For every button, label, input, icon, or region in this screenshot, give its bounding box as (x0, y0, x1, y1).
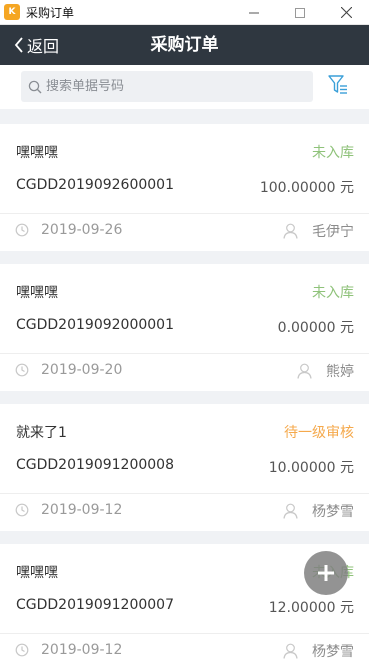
close-icon (340, 7, 352, 18)
maximize-button[interactable] (277, 0, 323, 25)
clock-icon (15, 223, 29, 237)
person-icon (283, 223, 298, 239)
minimize-button[interactable] (231, 0, 277, 25)
window-titlebar: K 采购订单 (0, 0, 369, 25)
app-logo-icon: K (4, 4, 20, 20)
clock-icon (15, 643, 29, 657)
order-card[interactable]: 就来了1 待一级审核 CGDD2019091200008 10.00000 元 … (0, 404, 369, 531)
add-order-button[interactable] (304, 551, 348, 595)
order-person-row: 毛伊宁 (283, 221, 354, 241)
order-name: 嘿嘿嘿 (16, 565, 58, 581)
order-date: 2019-09-12 (41, 502, 123, 518)
window-title: 采购订单 (26, 5, 75, 20)
order-date-row: 2019-09-20 (15, 362, 122, 378)
app-navbar: 返回 采购订单 (0, 25, 369, 65)
order-person-row: 杨梦雪 (283, 641, 354, 661)
card-divider (0, 213, 369, 214)
order-amount: 10.00000 元 (268, 460, 354, 476)
order-person: 杨梦雪 (312, 644, 354, 660)
order-code: CGDD2019091200007 (16, 597, 174, 613)
chevron-left-icon (14, 37, 23, 53)
card-divider (0, 493, 369, 494)
search-input[interactable] (46, 79, 296, 94)
person-icon (283, 643, 298, 659)
filter-icon (328, 75, 347, 94)
order-person: 熊婷 (326, 364, 354, 380)
order-person-row: 熊婷 (297, 361, 354, 381)
order-date: 2019-09-26 (41, 222, 123, 238)
filter-button[interactable] (327, 73, 349, 97)
order-date: 2019-09-20 (41, 362, 123, 378)
order-date-row: 2019-09-26 (15, 222, 122, 238)
person-icon (297, 363, 312, 379)
minimize-icon (249, 12, 259, 13)
close-button[interactable] (323, 0, 369, 25)
window-controls (231, 0, 369, 25)
order-date-row: 2019-09-12 (15, 502, 122, 518)
order-amount: 100.00000 元 (259, 180, 354, 196)
back-label: 返回 (27, 37, 60, 56)
order-date: 2019-09-12 (41, 642, 123, 658)
order-status: 未入库 (312, 145, 354, 161)
order-person-row: 杨梦雪 (283, 501, 354, 521)
order-date-row: 2019-09-12 (15, 642, 122, 658)
order-name: 就来了1 (16, 425, 67, 441)
order-name: 嘿嘿嘿 (16, 285, 58, 301)
search-box[interactable] (21, 71, 313, 102)
order-person: 杨梦雪 (312, 504, 354, 520)
order-code: CGDD2019091200008 (16, 457, 174, 473)
order-amount: 12.00000 元 (268, 600, 354, 616)
order-status: 未入库 (312, 285, 354, 301)
order-person: 毛伊宁 (312, 224, 354, 240)
maximize-icon (295, 7, 305, 18)
plus-icon (318, 565, 334, 581)
order-card[interactable]: 嘿嘿嘿 未入库 CGDD2019092000001 0.00000 元 2019… (0, 264, 369, 391)
order-card[interactable]: 嘿嘿嘿 未入库 CGDD2019092600001 100.00000 元 20… (0, 124, 369, 251)
card-divider (0, 633, 369, 634)
clock-icon (15, 363, 29, 377)
search-icon (28, 80, 42, 93)
order-amount: 0.00000 元 (277, 320, 354, 336)
search-bar (0, 65, 369, 109)
order-name: 嘿嘿嘿 (16, 145, 58, 161)
clock-icon (15, 503, 29, 517)
back-button[interactable]: 返回 (14, 25, 59, 65)
order-code: CGDD2019092000001 (16, 317, 174, 333)
card-divider (0, 353, 369, 354)
order-code: CGDD2019092600001 (16, 177, 174, 193)
order-status: 待一级审核 (284, 425, 354, 441)
person-icon (283, 503, 298, 519)
